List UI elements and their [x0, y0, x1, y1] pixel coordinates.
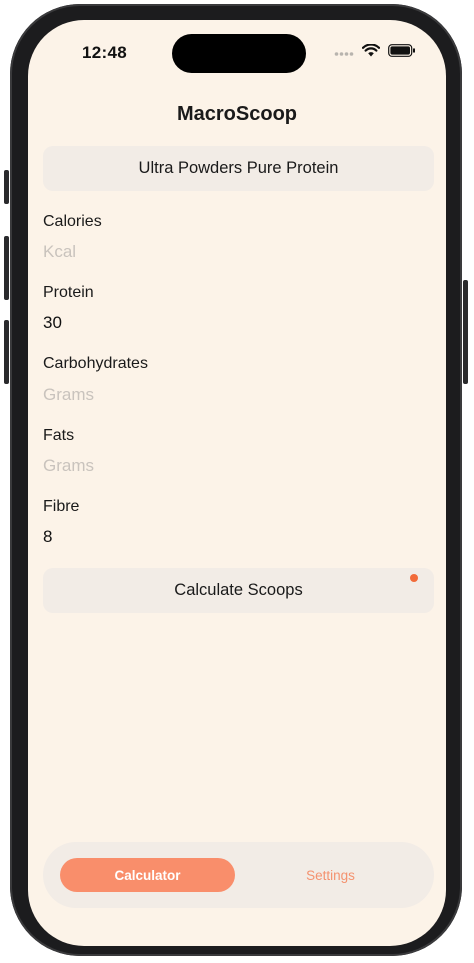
- product-select-button[interactable]: Ultra Powders Pure Protein: [43, 146, 434, 191]
- product-select-label: Ultra Powders Pure Protein: [138, 159, 339, 177]
- calories-input[interactable]: [43, 242, 423, 262]
- app-title: MacroScoop: [176, 103, 298, 125]
- status-indicators: [334, 43, 416, 62]
- fats-label: Fats: [43, 427, 75, 444]
- action-button: [4, 170, 9, 204]
- calculate-scoops-label: Calculate Scoops: [174, 581, 303, 599]
- protein-input[interactable]: [43, 313, 423, 333]
- indicator-dot: [410, 574, 418, 582]
- tab-bar: Calculator Settings: [43, 842, 434, 908]
- battery-icon: [388, 44, 416, 62]
- volume-down-button: [4, 320, 9, 384]
- tab-settings[interactable]: Settings: [243, 858, 418, 892]
- carbohydrates-input[interactable]: [43, 385, 423, 405]
- power-button: [463, 280, 468, 384]
- calories-label: Calories: [43, 213, 102, 230]
- volume-up-button: [4, 236, 9, 300]
- tab-calculator[interactable]: Calculator: [60, 858, 235, 892]
- wifi-icon: [361, 43, 381, 62]
- app-screen: 12:48 MacroScoop Ultra Powders Pure Prot…: [28, 20, 446, 946]
- fibre-input[interactable]: [43, 527, 423, 547]
- tab-calculator-label: Calculator: [114, 867, 181, 883]
- calculate-scoops-button[interactable]: Calculate Scoops: [43, 568, 434, 613]
- fats-input[interactable]: [43, 456, 423, 476]
- fibre-label: Fibre: [43, 498, 80, 515]
- protein-label: Protein: [43, 284, 94, 301]
- status-time: 12:48: [82, 43, 127, 62]
- dynamic-island: [172, 34, 306, 73]
- signal-dots-icon: [334, 44, 354, 62]
- carbohydrates-label: Carbohydrates: [43, 355, 148, 372]
- tab-settings-label: Settings: [306, 867, 355, 883]
